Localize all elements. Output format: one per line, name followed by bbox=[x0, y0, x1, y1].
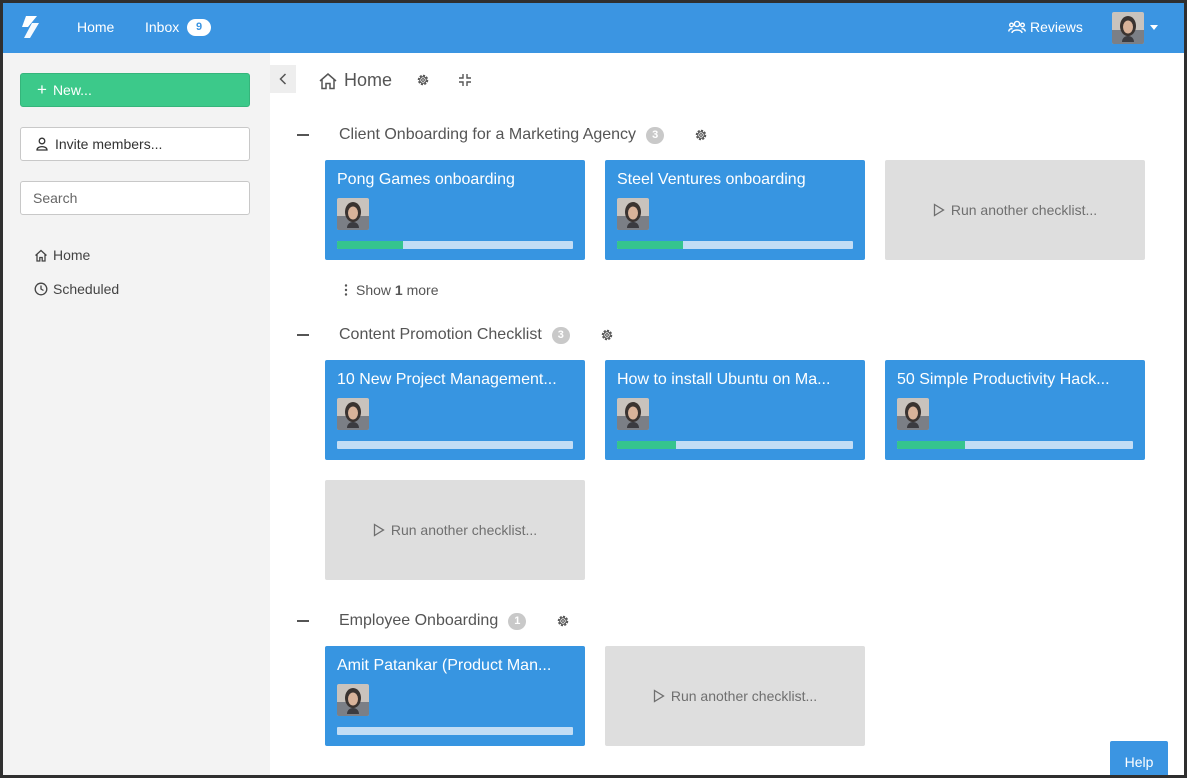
reviews-link[interactable]: Reviews bbox=[1008, 19, 1083, 35]
sidebar: +New... Invite members... Home Schedu bbox=[3, 53, 270, 775]
gear-icon[interactable] bbox=[556, 614, 570, 628]
card-title: How to install Ubuntu on Ma... bbox=[617, 371, 831, 388]
user-icon bbox=[36, 137, 48, 151]
top-navbar: Home Inbox 9 Reviews bbox=[3, 3, 1184, 53]
show-more-suffix: more bbox=[406, 282, 439, 298]
app-window: Home Inbox 9 Reviews + New... Invite mem… bbox=[3, 3, 1184, 775]
collapse-section-icon[interactable] bbox=[297, 334, 309, 336]
show-more-link[interactable]: Show 1 more bbox=[344, 282, 439, 298]
checklist-card[interactable]: 50 Simple Productivity Hack... bbox=[885, 360, 1145, 460]
section-count-badge: 3 bbox=[646, 126, 665, 144]
assignee-avatar bbox=[337, 398, 369, 430]
chevron-down-icon[interactable] bbox=[1150, 25, 1158, 30]
card-title: Pong Games onboarding bbox=[337, 171, 515, 188]
section-header: Client Onboarding for a Marketing Agency… bbox=[297, 123, 708, 147]
chevron-left-icon bbox=[279, 73, 287, 85]
assignee-avatar bbox=[337, 198, 369, 230]
run-another-checklist-button[interactable]: Run another checklist... bbox=[325, 480, 585, 580]
main-content: Home Client Onboarding for a Marketing A… bbox=[270, 53, 1184, 775]
progress-bar bbox=[337, 727, 573, 735]
invite-members-button[interactable]: Invite members... bbox=[20, 127, 250, 161]
gear-icon[interactable] bbox=[416, 73, 430, 87]
breadcrumb: Home bbox=[318, 70, 392, 91]
progress-bar bbox=[337, 241, 573, 249]
show-more-count: 1 bbox=[394, 282, 403, 298]
section-header: Content Promotion Checklist 3 bbox=[297, 323, 614, 347]
ellipsis-vertical-icon bbox=[344, 284, 348, 296]
new-button-label: New... bbox=[52, 82, 92, 98]
gear-icon[interactable] bbox=[600, 328, 614, 342]
run-another-checklist-button[interactable]: Run another checklist... bbox=[885, 160, 1145, 260]
checklist-card[interactable]: Steel Ventures onboarding bbox=[605, 160, 865, 260]
run-another-label: Run another checklist... bbox=[670, 688, 818, 704]
inbox-count-badge[interactable]: 9 bbox=[187, 19, 211, 36]
section-title: Client Onboarding for a Marketing Agency bbox=[339, 126, 637, 143]
play-icon bbox=[653, 689, 665, 703]
show-more-prefix: Show bbox=[356, 282, 392, 298]
card-title: Amit Patankar (Product Man... bbox=[337, 657, 552, 674]
progress-fill bbox=[617, 441, 676, 449]
sidebar-item-home[interactable]: Home bbox=[34, 247, 90, 263]
assignee-avatar bbox=[617, 398, 649, 430]
progress-bar bbox=[617, 241, 853, 249]
checklist-card[interactable]: Amit Patankar (Product Man... bbox=[325, 646, 585, 746]
run-another-label: Run another checklist... bbox=[950, 202, 1098, 218]
assignee-avatar bbox=[617, 198, 649, 230]
collapse-sidebar-button[interactable] bbox=[270, 65, 296, 93]
page-title: Home bbox=[344, 70, 393, 90]
play-icon bbox=[373, 523, 385, 537]
sidebar-item-label: Home bbox=[53, 247, 91, 263]
invite-members-label: Invite members... bbox=[55, 136, 163, 152]
checklist-card[interactable]: Pong Games onboarding bbox=[325, 160, 585, 260]
gear-icon[interactable] bbox=[694, 128, 708, 142]
section-count-badge: 3 bbox=[551, 326, 570, 344]
assignee-avatar bbox=[897, 398, 929, 430]
home-icon bbox=[319, 72, 337, 89]
run-another-label: Run another checklist... bbox=[390, 522, 538, 538]
reviews-label: Reviews bbox=[1030, 19, 1083, 35]
progress-bar bbox=[337, 441, 573, 449]
progress-fill bbox=[897, 441, 966, 449]
new-button[interactable]: + New... bbox=[20, 73, 250, 107]
card-title: 10 New Project Management... bbox=[337, 371, 557, 388]
progress-fill bbox=[617, 241, 684, 249]
section-title: Employee Onboarding bbox=[339, 612, 499, 629]
collapse-section-icon[interactable] bbox=[297, 620, 309, 622]
section-title: Content Promotion Checklist bbox=[339, 326, 542, 343]
progress-bar bbox=[617, 441, 853, 449]
card-title: Steel Ventures onboarding bbox=[617, 171, 806, 188]
assignee-avatar bbox=[337, 684, 369, 716]
checklist-card[interactable]: 10 New Project Management... bbox=[325, 360, 585, 460]
compress-icon[interactable] bbox=[458, 73, 472, 87]
app-logo-icon[interactable] bbox=[17, 14, 43, 40]
clock-icon bbox=[34, 282, 48, 296]
plus-icon: + bbox=[37, 80, 47, 99]
nav-inbox-link[interactable]: Inbox bbox=[145, 19, 179, 35]
run-another-checklist-button[interactable]: Run another checklist... bbox=[605, 646, 865, 746]
card-title: 50 Simple Productivity Hack... bbox=[897, 371, 1110, 388]
home-icon bbox=[35, 249, 47, 262]
help-button[interactable]: Help bbox=[1110, 741, 1168, 775]
sidebar-item-scheduled[interactable]: Scheduled bbox=[34, 281, 119, 297]
progress-fill bbox=[337, 241, 404, 249]
sidebar-item-label: Scheduled bbox=[53, 281, 120, 297]
checklist-card[interactable]: How to install Ubuntu on Ma... bbox=[605, 360, 865, 460]
section-header: Employee Onboarding 1 bbox=[297, 609, 570, 633]
collapse-section-icon[interactable] bbox=[297, 134, 309, 136]
progress-bar bbox=[897, 441, 1133, 449]
search-input[interactable] bbox=[20, 181, 250, 215]
section-count-badge: 1 bbox=[508, 612, 527, 630]
user-avatar[interactable] bbox=[1112, 12, 1144, 44]
play-icon bbox=[933, 203, 945, 217]
users-icon bbox=[1008, 20, 1026, 34]
nav-home-link[interactable]: Home bbox=[77, 19, 114, 35]
